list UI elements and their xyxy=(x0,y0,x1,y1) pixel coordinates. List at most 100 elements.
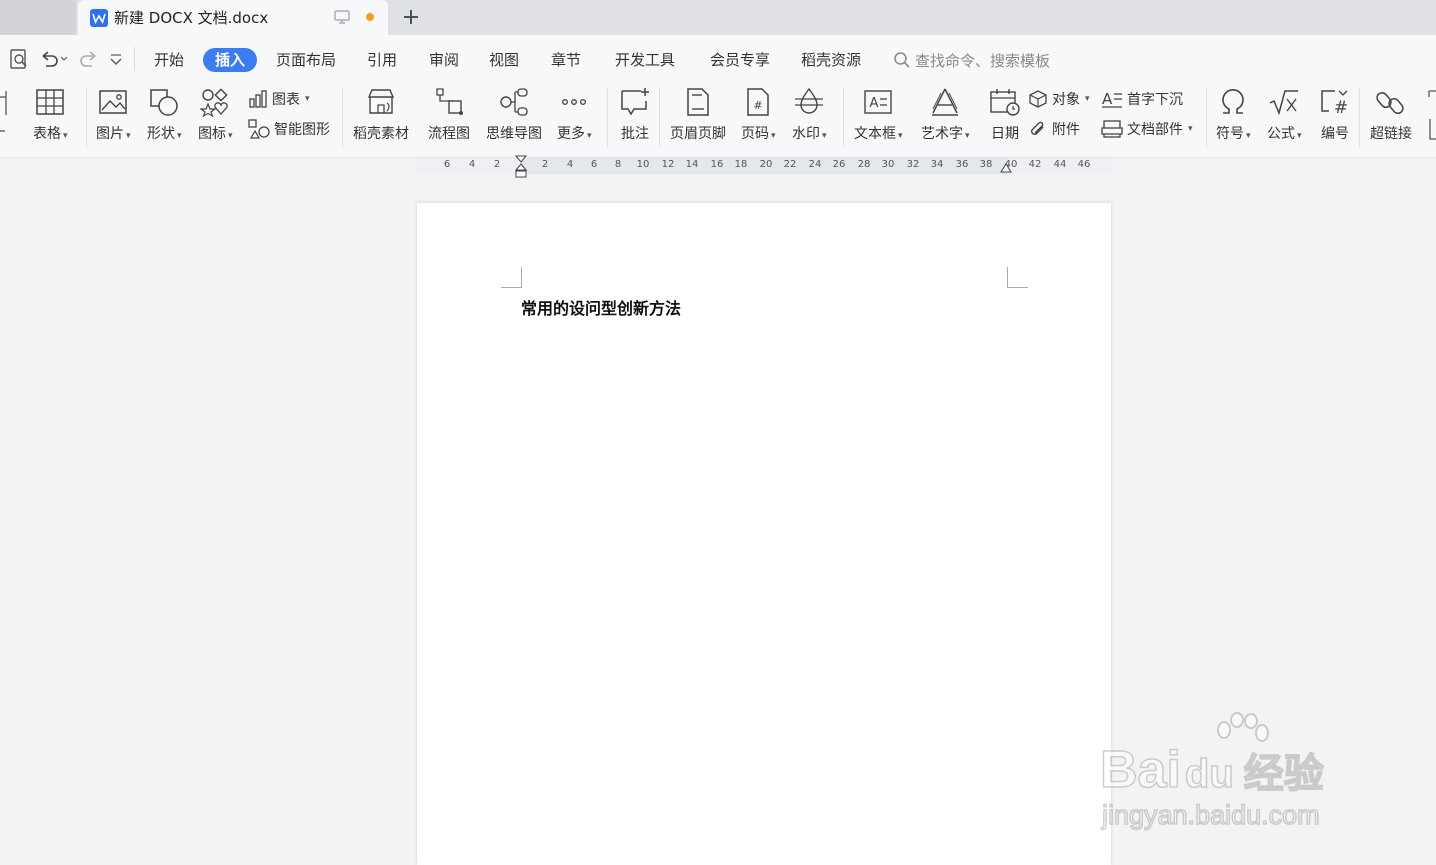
ribbon-separator xyxy=(1359,87,1360,147)
page-number-label: 页码 xyxy=(741,126,769,142)
ribbon-cutoff-right[interactable] xyxy=(1426,87,1436,143)
picture-button[interactable]: 图片 ▾ xyxy=(96,85,131,143)
header-footer-button[interactable]: 页眉页脚 xyxy=(670,85,726,143)
caret-down-icon: ▾ xyxy=(965,131,970,141)
drop-cap-button[interactable]: A 首字下沉 xyxy=(1101,89,1183,109)
wordart-button[interactable]: 艺术字 ▾ xyxy=(921,85,970,143)
menu-bar: 开始 插入 页面布局 引用 审阅 视图 章节 开发工具 会员专享 稻壳资源 查找… xyxy=(0,35,1436,81)
object-button[interactable]: 对象 ▾ xyxy=(1028,89,1090,109)
comment-button[interactable]: 批注 xyxy=(618,85,652,143)
page-number-button[interactable]: # 页码 ▾ xyxy=(741,85,776,143)
date-button[interactable]: 日期 xyxy=(988,85,1022,143)
ruler-tick: 6 xyxy=(443,159,451,170)
menu-item-developer[interactable]: 开发工具 xyxy=(603,48,687,72)
header-footer-icon xyxy=(687,88,709,116)
menu-item-references[interactable]: 引用 xyxy=(355,48,409,72)
customize-quick-access-button[interactable] xyxy=(108,47,124,71)
table-icon xyxy=(36,89,65,115)
menu-item-view[interactable]: 视图 xyxy=(477,48,531,72)
textbox-button[interactable]: A 文本框 ▾ xyxy=(854,85,903,143)
attachment-button[interactable]: 附件 xyxy=(1028,119,1080,139)
picture-icon xyxy=(99,90,128,114)
more-label: 更多 xyxy=(557,126,585,142)
table-button[interactable]: 表格 ▾ xyxy=(33,85,68,143)
watermark-button[interactable]: 水印 ▾ xyxy=(792,85,827,143)
wordart-icon xyxy=(932,88,959,116)
formula-button[interactable]: 公式 ▾ xyxy=(1267,85,1302,143)
smart-art-button[interactable]: 智能图形 xyxy=(248,119,330,139)
menu-item-docer-resources[interactable]: 稻壳资源 xyxy=(789,48,873,72)
redo-button[interactable] xyxy=(78,47,100,71)
margin-corner-top-left xyxy=(501,267,522,288)
horizontal-ruler[interactable]: 6 4 2 2 4 6 8 10 12 14 16 18 20 22 24 26… xyxy=(417,155,1111,178)
doc-parts-button[interactable]: 文档部件 ▾ xyxy=(1101,119,1193,139)
print-preview-button[interactable] xyxy=(8,47,30,71)
caret-down-icon: ▾ xyxy=(305,94,310,104)
ribbon-cutoff-left[interactable] xyxy=(0,87,8,143)
menu-item-insert[interactable]: 插入 xyxy=(203,48,258,72)
document-tab[interactable]: 新建 DOCX 文档.docx xyxy=(78,0,388,35)
ribbon-separator xyxy=(1206,87,1207,147)
hyperlink-button[interactable]: 超链接 xyxy=(1370,85,1412,143)
new-tab-button[interactable] xyxy=(398,4,424,30)
monitor-icon[interactable] xyxy=(334,10,350,24)
margin-corner-top-right xyxy=(1007,267,1028,288)
paperclip-icon xyxy=(1031,121,1044,135)
bookmark-icon xyxy=(1428,90,1436,140)
document-tab-title: 新建 DOCX 文档.docx xyxy=(114,9,269,27)
wps-writer-icon xyxy=(90,8,108,27)
tab-bar-left-area[interactable] xyxy=(0,0,76,35)
menu-item-review[interactable]: 审阅 xyxy=(417,48,471,72)
symbol-button[interactable]: 符号 ▾ xyxy=(1216,85,1251,143)
menu-item-member[interactable]: 会员专享 xyxy=(698,48,782,72)
ruler-tick: 14 xyxy=(685,159,699,170)
shape-icon xyxy=(150,89,179,116)
caret-down-icon: ▾ xyxy=(1188,124,1193,134)
undo-button[interactable] xyxy=(38,47,68,71)
ruler-tick: 42 xyxy=(1028,159,1042,170)
docer-material-button[interactable]: 稻壳素材 xyxy=(353,85,409,143)
comment-label: 批注 xyxy=(621,126,649,142)
indent-marker-icon[interactable] xyxy=(515,155,527,181)
more-button[interactable]: 更多 ▾ xyxy=(557,85,592,143)
menu-item-page-layout[interactable]: 页面布局 xyxy=(264,48,348,72)
ruler-tick: 12 xyxy=(661,159,675,170)
undo-icon xyxy=(42,51,68,67)
shape-button[interactable]: 形状 ▾ xyxy=(147,85,182,143)
menu-divider xyxy=(134,47,135,71)
icon-button[interactable]: 图标 ▾ xyxy=(198,85,233,143)
menu-item-section[interactable]: 章节 xyxy=(539,48,593,72)
ruler-tick: 18 xyxy=(734,159,748,170)
search-icon xyxy=(894,52,910,68)
doc-parts-icon xyxy=(1101,120,1123,138)
ruler-tick: 2 xyxy=(493,159,501,170)
document-page[interactable]: 常用的设问型创新方法 xyxy=(417,203,1111,865)
drop-cap-icon: A xyxy=(1102,90,1122,108)
docer-material-label: 稻壳素材 xyxy=(353,126,409,142)
print-preview-icon xyxy=(10,49,27,69)
ruler-tick: 26 xyxy=(832,159,846,170)
right-indent-marker-icon[interactable] xyxy=(1000,162,1012,176)
chart-button[interactable]: 图表 ▾ xyxy=(248,89,310,109)
ruler-tick: 8 xyxy=(614,159,622,170)
mindmap-button[interactable]: 思维导图 xyxy=(486,85,542,143)
mindmap-icon xyxy=(500,88,528,116)
caret-down-icon: ▾ xyxy=(177,131,182,141)
store-icon xyxy=(367,89,395,114)
command-search[interactable]: 查找命令、搜索模板 xyxy=(893,48,1050,72)
numbering-button[interactable]: # 编号 xyxy=(1318,85,1352,143)
caret-down-icon: ▾ xyxy=(822,131,827,141)
menu-item-home[interactable]: 开始 xyxy=(142,48,196,72)
flowchart-label: 流程图 xyxy=(428,126,470,142)
ruler-tick: 44 xyxy=(1053,159,1067,170)
comment-icon xyxy=(621,88,649,116)
wordart-label: 艺术字 xyxy=(921,126,963,142)
page-icon xyxy=(0,91,7,132)
flowchart-button[interactable]: 流程图 xyxy=(428,85,470,143)
ruler-tick: 36 xyxy=(955,159,969,170)
ruler-tick: 16 xyxy=(710,159,724,170)
document-paragraph[interactable]: 常用的设问型创新方法 xyxy=(521,295,681,319)
icon-label: 图标 xyxy=(198,126,226,142)
mindmap-label: 思维导图 xyxy=(486,126,542,142)
watermark-label: 水印 xyxy=(792,126,820,142)
